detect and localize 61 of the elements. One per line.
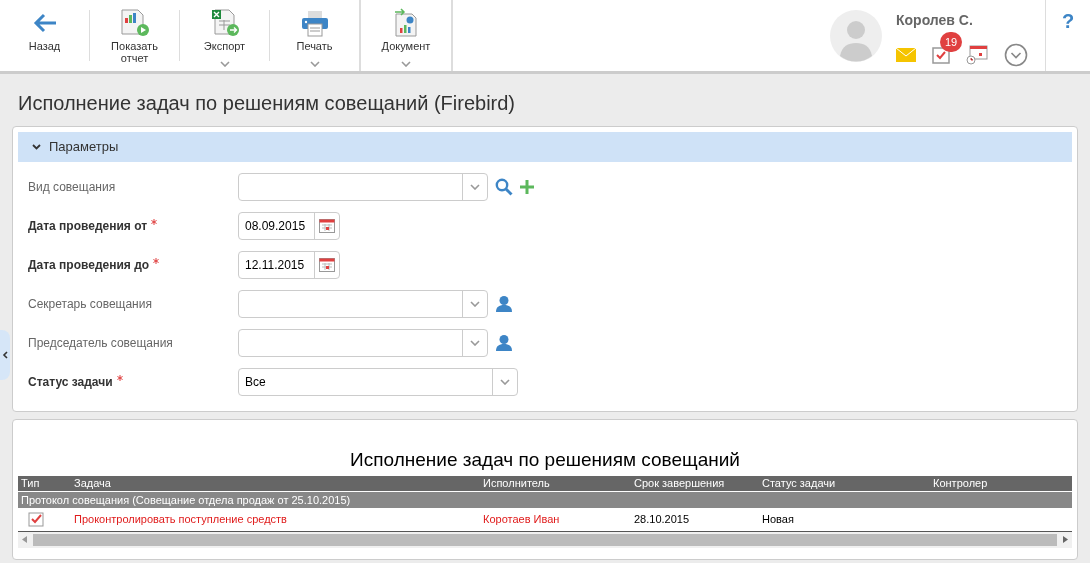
chevron-left-icon	[2, 351, 8, 359]
task-checkbox-icon	[28, 511, 44, 527]
table-cell-text: Коротаев Иван	[482, 511, 561, 527]
column-header: Тип	[20, 475, 41, 491]
required-asterisk-icon	[151, 218, 158, 225]
help-button[interactable]: ?	[1046, 0, 1090, 36]
column-header: Срок завершения	[633, 475, 726, 491]
dropdown-field[interactable]	[238, 328, 488, 357]
field-label: Дата проведения до	[28, 256, 150, 274]
chevron-icon	[32, 144, 41, 150]
date-field[interactable]: 12.11.2015	[238, 250, 340, 279]
table-cell-text: 28.10.2015	[633, 511, 691, 527]
calendar-icon	[319, 218, 335, 233]
dropdown-field[interactable]: Все	[238, 367, 518, 396]
side-collapse-tab[interactable]	[0, 330, 10, 380]
report-play-icon	[119, 8, 150, 38]
field-label: Секретарь совещания	[28, 295, 152, 313]
field-label: Статус задачи	[28, 373, 113, 391]
search-button[interactable]	[495, 177, 513, 196]
report-title: Исполнение задач по решениям совещаний	[350, 449, 740, 470]
dropdown-caret-icon	[500, 378, 510, 385]
select-person-button[interactable]	[495, 333, 513, 352]
column-header: Статус задачи	[761, 475, 837, 491]
table-cell-text: Новая	[761, 511, 795, 527]
toolbar-button[interactable]: Назад	[0, 0, 89, 71]
field-label: Вид совещания	[28, 178, 116, 196]
field-label: Дата проведения от	[28, 217, 148, 235]
printer-icon	[299, 9, 330, 37]
add-button[interactable]	[519, 178, 535, 195]
parameters-header[interactable]: Параметры	[18, 132, 1072, 162]
group-row: Протокол совещания (Совещание отдела продаж от 25.10.2015)	[18, 491, 1072, 508]
table-cell-text: Проконтролировать поступление средств	[73, 511, 288, 527]
user-menu-button[interactable]	[1004, 43, 1028, 67]
user-name: Королев С.	[896, 11, 974, 30]
scroll-left-icon[interactable]	[22, 536, 27, 543]
field-label: Председатель совещания	[28, 334, 173, 352]
dropdown-caret-icon	[470, 339, 480, 346]
notification-badge: 19	[940, 32, 963, 52]
dropdown-caret-icon	[470, 300, 480, 307]
required-asterisk-icon	[116, 374, 123, 381]
column-header: Задача	[73, 475, 112, 491]
toolbar-button[interactable]: Показать отчет	[90, 0, 179, 71]
date-field[interactable]: 08.09.2015	[238, 211, 340, 240]
dropdown-caret-icon	[470, 183, 480, 190]
document-chart-icon	[392, 8, 420, 38]
scroll-right-icon[interactable]	[1063, 536, 1068, 543]
spreadsheet-export-icon	[209, 8, 240, 38]
dropdown-field[interactable]	[238, 172, 488, 201]
tasks-button[interactable]	[932, 46, 950, 64]
select-person-button[interactable]	[495, 294, 513, 313]
column-header: Контролер	[932, 475, 989, 491]
back-arrow-icon	[31, 12, 58, 34]
calendar-button[interactable]	[966, 45, 988, 65]
page-title: Исполнение задач по решениям совещаний (Firebird)	[18, 91, 517, 116]
calendar-icon	[319, 257, 335, 272]
toolbar-button[interactable]: Печать	[270, 0, 359, 71]
avatar-icon	[830, 10, 882, 62]
column-header: Исполнитель	[482, 475, 551, 491]
required-asterisk-icon	[153, 257, 160, 264]
toolbar-button[interactable]: Экспорт	[180, 0, 269, 71]
dropdown-field[interactable]	[238, 289, 488, 318]
